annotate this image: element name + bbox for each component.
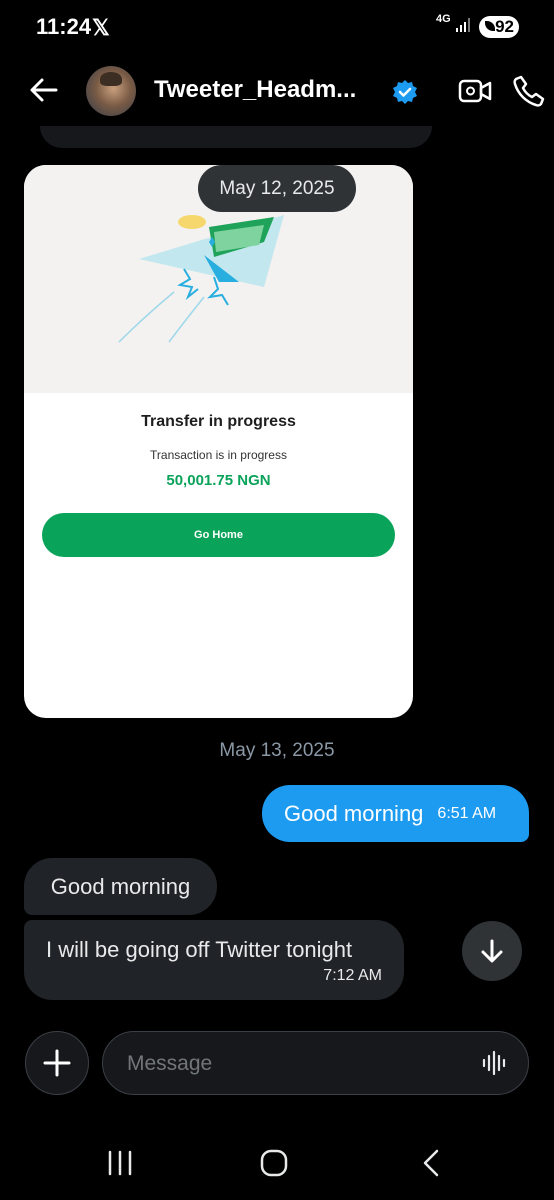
phone-icon[interactable] bbox=[512, 74, 546, 108]
conversation-header: Tweeter_Headm... bbox=[0, 56, 554, 128]
system-nav-bar bbox=[0, 1130, 554, 1200]
contact-name[interactable]: Tweeter_Headm... bbox=[154, 76, 356, 104]
incoming-message[interactable]: Good morning bbox=[24, 858, 217, 915]
battery-saver-icon bbox=[485, 21, 495, 31]
date-pill: May 12, 2025 bbox=[198, 165, 356, 212]
message-text: Good morning bbox=[284, 800, 424, 826]
card-amount: 50,001.75 NGN bbox=[166, 472, 271, 489]
battery-level: 92 bbox=[495, 17, 514, 36]
incoming-message[interactable]: I will be going off Twitter tonight 7:12… bbox=[24, 920, 404, 1000]
arrow-left-icon[interactable] bbox=[28, 74, 60, 106]
recents-icon[interactable] bbox=[106, 1150, 134, 1176]
message-time: 7:12 AM bbox=[323, 967, 382, 984]
add-attachment-button[interactable] bbox=[25, 1031, 89, 1095]
battery-indicator: 92 bbox=[479, 16, 519, 38]
card-subtitle: Transaction is in progress bbox=[150, 448, 287, 462]
transfer-screenshot-card[interactable]: Transfer in progress Transaction is in p… bbox=[24, 165, 413, 718]
home-icon[interactable] bbox=[259, 1148, 289, 1178]
date-separator: May 13, 2025 bbox=[219, 740, 335, 761]
signal-icon bbox=[456, 18, 470, 32]
video-camera-icon[interactable] bbox=[458, 76, 492, 106]
verified-badge-icon bbox=[393, 80, 417, 104]
x-logo-icon: 𝕏 bbox=[92, 15, 110, 40]
status-bar: 11:24 𝕏 4G 92 bbox=[0, 0, 554, 56]
network-type: 4G bbox=[436, 13, 451, 25]
message-composer[interactable] bbox=[102, 1031, 529, 1096]
go-home-button: Go Home bbox=[42, 513, 395, 557]
status-time: 11:24 bbox=[36, 14, 92, 39]
outgoing-message[interactable]: Good morning 6:51 AM bbox=[262, 785, 529, 842]
chevron-left-icon[interactable] bbox=[420, 1148, 444, 1178]
scroll-to-bottom-button[interactable] bbox=[462, 921, 522, 981]
message-text: Good morning bbox=[50, 873, 191, 899]
message-text: I will be going off Twitter tonight bbox=[46, 937, 353, 962]
plus-icon bbox=[43, 1049, 71, 1077]
card-title: Transfer in progress bbox=[141, 413, 296, 430]
message-time: 6:51 AM bbox=[437, 804, 497, 822]
previous-message-bubble bbox=[40, 126, 432, 148]
message-input[interactable] bbox=[125, 1032, 459, 1096]
voice-wave-icon[interactable] bbox=[482, 1050, 506, 1076]
arrow-down-icon bbox=[481, 939, 503, 963]
avatar[interactable] bbox=[86, 66, 136, 116]
